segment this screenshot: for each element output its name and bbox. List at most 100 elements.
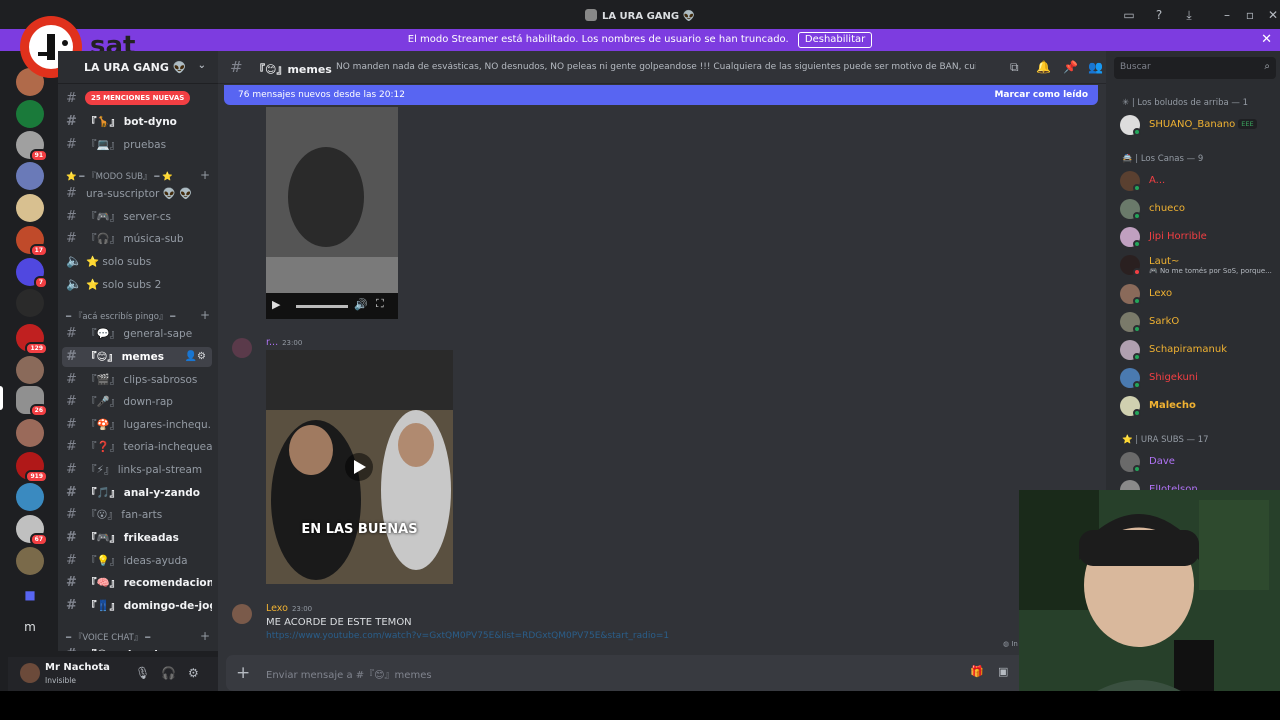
avatar[interactable] [232, 338, 252, 358]
channel-solo-subs[interactable]: 🔈 ⭐ solo subs [62, 252, 212, 272]
pin-icon[interactable]: 📌 [1063, 60, 1078, 74]
channel-solo-subs-2[interactable]: 🔈 ⭐ solo subs 2 [62, 275, 212, 295]
channel-memes[interactable]: # 『😊』 memes 👤⚙ [62, 347, 212, 367]
add-channel-icon[interactable]: + [200, 168, 210, 182]
server-icon-3[interactable]: 91 [16, 131, 48, 162]
members-icon[interactable]: 👥 [1088, 60, 1103, 74]
server-icon-7[interactable]: 7 [16, 258, 48, 289]
channel-musica-sub[interactable]: # 『🎧』 música-sub [62, 229, 212, 249]
minimize-icon[interactable]: – [1220, 8, 1234, 22]
close-notice-icon[interactable]: ✕ [1261, 29, 1272, 51]
channel-links-pal-stream[interactable]: # 『⚡』 links-pal-stream [62, 460, 212, 480]
help-icon[interactable]: ? [1152, 8, 1166, 22]
member-item[interactable]: Lexo [1120, 284, 1276, 306]
message-author[interactable]: r... [266, 337, 278, 348]
channel-clips-sabrosos[interactable]: # 『🎬』 clips-sabrosos [62, 370, 212, 390]
add-channel-icon[interactable]: + [200, 629, 210, 643]
server-icon-8[interactable] [16, 289, 44, 317]
video-frame [266, 107, 398, 319]
channel-ura-suscriptor[interactable]: # ura-suscriptor 👽 👽 [62, 184, 212, 204]
headphones-icon[interactable]: 🎧 [161, 666, 176, 680]
member-item[interactable]: A... [1120, 171, 1276, 193]
server-icon-9[interactable]: 129 [16, 324, 48, 355]
bell-icon[interactable]: 🔔 [1036, 60, 1051, 74]
server-icon-15[interactable]: 67 [16, 515, 48, 546]
threads-icon[interactable]: ⧉ [1010, 60, 1019, 75]
hash-icon: # [66, 137, 77, 152]
channel-down-rap[interactable]: # 『🎤』 down-rap [62, 392, 212, 412]
channel-ideas-ayuda[interactable]: # 『💡』 ideas-ayuda [62, 551, 212, 571]
new-messages-bar[interactable]: 76 mensajes nuevos desde las 20:12 Marca… [224, 85, 1098, 105]
mentions-badge[interactable]: 25 MENCIONES NUEVAS [85, 91, 191, 105]
add-attachment-icon[interactable]: + [236, 663, 250, 683]
gift-icon[interactable]: 🎁 [970, 665, 984, 678]
server-icon-5[interactable] [16, 194, 44, 222]
server-icon-active[interactable]: 26 [16, 386, 48, 417]
inbox-icon[interactable]: ▭ [1122, 8, 1136, 22]
member-item[interactable]: Jipi Horrible [1120, 227, 1276, 249]
member-item[interactable]: SHUANO_Banano EEE [1120, 115, 1276, 137]
avatar[interactable] [232, 604, 252, 624]
server-icon-13[interactable]: 919 [16, 452, 48, 483]
channel-teoria[interactable]: #『❓』 teoria-inchequea... [62, 437, 212, 457]
channel-recomendaciones[interactable]: #『🧠』 recomendaciones [62, 573, 212, 593]
avatar[interactable] [20, 663, 40, 683]
channel-server-cs[interactable]: # 『🎮』 server-cs [62, 207, 212, 227]
channel-pruebas[interactable]: # 『💻』 pruebas [62, 135, 212, 155]
add-channel-icon[interactable]: + [200, 308, 210, 322]
maximize-icon[interactable]: ▫ [1243, 8, 1257, 22]
channel-fan-arts[interactable]: # 『😮』 fan-arts [62, 505, 212, 525]
new-messages-text: 76 mensajes nuevos desde las 20:12 [238, 90, 405, 100]
server-icon-4[interactable] [16, 162, 44, 190]
server-icon-10[interactable] [16, 356, 44, 384]
channel-domingo-de-joggin[interactable]: #『👖』 domingo-de-joggin [62, 596, 212, 616]
hash-icon: # [66, 209, 77, 224]
notice-text: El modo Streamer está habilitado. Los no… [407, 34, 789, 45]
server-name-header[interactable]: LA URA GANG 👽 ⌄ [58, 51, 218, 84]
member-item[interactable]: Laut~ 🎮 No me tomés por SoS, porque... [1120, 255, 1276, 277]
server-icon-6[interactable]: 17 [16, 226, 48, 257]
gif-icon[interactable]: ▣ [998, 665, 1008, 678]
download-icon[interactable]: ⤓ [1182, 8, 1196, 22]
video-attachment-2[interactable]: EN LAS BUENAS [266, 350, 453, 584]
user-settings-icon[interactable]: ⚙ [188, 666, 199, 680]
server-icon-14[interactable] [16, 483, 44, 511]
channel-frikeadas[interactable]: # 『🎮』 frikeadas [62, 528, 212, 548]
mark-as-read-button[interactable]: Marcar como leído [994, 85, 1088, 105]
server-letter-m[interactable]: m [16, 613, 44, 641]
channel-sin-mic[interactable]: #『😶』 sin-mic [62, 645, 212, 651]
channel-lugares[interactable]: # 『🍄』 lugares-inchequ... [62, 415, 212, 435]
category-modo-sub[interactable]: ⭐ ━ 『MODO SUB』 ━ ⭐ + [66, 168, 214, 182]
message-input[interactable]: Enviar mensaje a #『😊』memes [266, 666, 432, 681]
disable-streamer-button[interactable]: Deshabilitar [797, 32, 873, 48]
folder-icon[interactable]: ■ [16, 581, 44, 609]
video-progress-bar[interactable] [296, 305, 348, 308]
fullscreen-icon[interactable]: ⛶ [376, 297, 384, 311]
channel-settings-icon[interactable]: 👤⚙ [185, 347, 206, 367]
message-author[interactable]: Lexo [266, 603, 288, 614]
member-item[interactable]: SarkO [1120, 312, 1276, 334]
server-icon-16[interactable] [16, 547, 44, 575]
member-item[interactable]: chueco [1120, 199, 1276, 221]
microphone-icon[interactable]: 🎙 [135, 666, 150, 680]
message-link[interactable]: https://www.youtube.com/watch?v=GxtQM0PV… [266, 631, 669, 641]
message-composer[interactable]: + Enviar mensaje a #『😊』memes 🎁 ▣ [226, 655, 1098, 691]
member-item[interactable]: Shigekuni [1120, 368, 1276, 390]
channel-topic[interactable]: NO manden nada de esvásticas, NO desnudo… [336, 62, 976, 72]
play-icon[interactable]: ▶ [272, 298, 280, 311]
channel-general-sape[interactable]: # 『💬』 general-sape [62, 324, 212, 344]
channel-bot-dyno[interactable]: # 『🦒』 bot-dyno [62, 112, 212, 132]
member-item[interactable]: Malecho [1120, 396, 1276, 418]
member-name: Schapiramanuk [1149, 344, 1228, 355]
member-item[interactable]: Dave [1120, 452, 1276, 474]
server-icon-12[interactable] [16, 419, 44, 447]
video-attachment-1[interactable]: ▶ 🔊 ⛶ [266, 107, 398, 319]
member-item[interactable]: Schapiramanuk [1120, 340, 1276, 362]
category-pingo[interactable]: ━ 『acá escribís pingo』 ━ + [66, 308, 214, 322]
server-icon-2[interactable] [16, 100, 44, 128]
channel-anal-y-zando[interactable]: # 『🎵』 anal-y-zando [62, 483, 212, 503]
volume-icon[interactable]: 🔊 [354, 298, 368, 311]
search-input[interactable]: Buscar ⌕ [1114, 57, 1276, 79]
close-window-icon[interactable]: ✕ [1266, 8, 1280, 22]
category-voice-chat[interactable]: ━ 『VOICE CHAT』 ━ + [66, 629, 214, 643]
